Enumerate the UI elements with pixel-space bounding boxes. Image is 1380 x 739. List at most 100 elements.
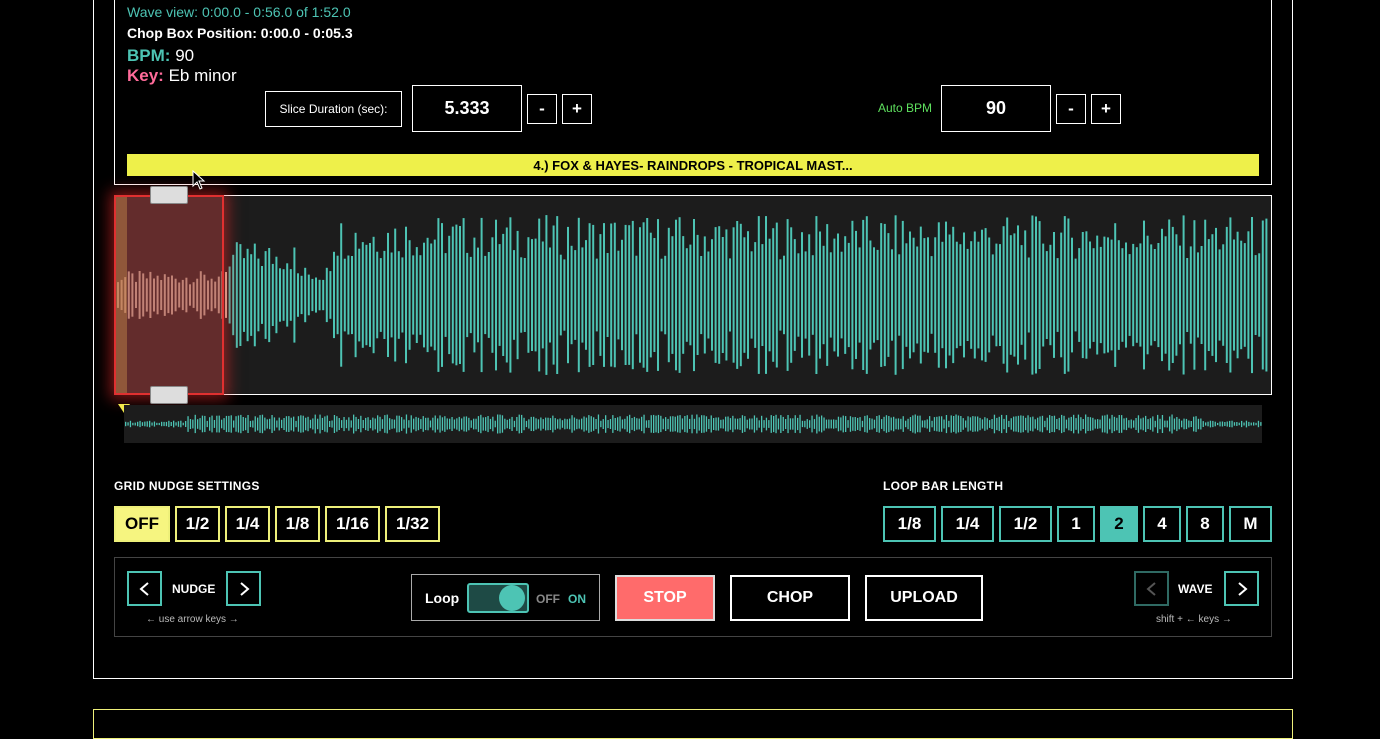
waveform-view[interactable] [114,195,1272,395]
waveform-bar [775,222,778,368]
overview-waveform-bar [741,415,744,433]
waveform-bar [1009,235,1012,355]
upload-button[interactable]: UPLOAD [865,575,983,621]
slice-increase-button[interactable]: + [562,94,592,124]
overview-waveform-bar [929,416,931,432]
loop-bar-8-button[interactable]: 8 [1186,506,1224,542]
waveform-bar [304,267,307,323]
loop-bar-half-button[interactable]: 1/2 [999,506,1052,542]
overview-waveform-bar [729,418,732,430]
waveform-bar [1236,231,1239,359]
overview-waveform-bar [869,418,871,430]
waveform-bar [844,236,847,354]
wave-right-button[interactable] [1224,571,1259,606]
overview-waveform-bar [393,419,396,429]
waveform-bar [1092,248,1095,342]
loop-toggle-knob[interactable] [499,585,525,611]
waveform-bar [682,236,685,354]
overview-waveform-bar [727,416,729,432]
overview-waveform-bar [144,421,146,427]
slice-duration-input[interactable]: 5.333 [412,85,522,132]
loop-bar-measure-button[interactable]: M [1229,506,1272,542]
overview-waveform-bar [1241,420,1243,428]
waveform-bar [930,256,933,334]
overview-waveform-bar [1032,416,1034,432]
overview-waveform-bar [1181,420,1183,428]
waveform-bar [423,242,425,348]
overview-waveform-bar [888,416,890,433]
overview-waveform-bar [955,414,957,434]
overview-waveform-bar [468,417,470,431]
waveform-bar [520,257,523,333]
chop-button[interactable]: CHOP [730,575,850,621]
loop-bar-quarter-button[interactable]: 1/4 [941,506,994,542]
waveform-bar [819,231,821,359]
waveform-bar [390,252,393,338]
overview-waveform-bar [624,418,626,430]
overview-waveform-bar [895,418,897,430]
overview-waveform-bar [917,415,919,433]
waveform-bar [1197,252,1199,338]
waveform-bar [880,223,883,367]
overview-waveform-bar [684,416,686,433]
overview-waveform-bar [204,415,206,433]
overview-waveform-bar [657,414,660,434]
chop-box-bottom-handle[interactable] [150,386,188,404]
nudge-left-button[interactable] [127,571,162,606]
loop-bar-1-button[interactable]: 1 [1057,506,1095,542]
waveform-bar [455,224,458,366]
overview-waveform-bar [768,420,770,428]
overview-waveform-bar [590,416,592,432]
auto-bpm-input[interactable]: 90 [941,85,1051,132]
loop-bar-eighth-button[interactable]: 1/8 [883,506,936,542]
overview-waveform-bar [991,419,993,429]
waveform-bar [779,259,782,331]
bpm-decrease-button[interactable]: - [1056,94,1086,124]
overview-waveform-bar [453,419,456,429]
loop-bar-2-button[interactable]: 2 [1100,506,1138,542]
waveform-bar [1179,245,1181,345]
grid-nudge-off-button[interactable]: OFF [114,506,170,542]
stop-button[interactable]: STOP [615,575,715,621]
waveform-bar [315,277,317,313]
waveform-bar [444,253,447,337]
waveform-bar [941,241,944,349]
overview-waveform-bar [285,416,288,432]
overview-waveform-bar [549,418,552,430]
grid-nudge-eighth-button[interactable]: 1/8 [275,506,320,542]
overview-waveform-bar [146,421,148,427]
overview-waveform-bar [1226,421,1228,427]
waveform-bar [981,229,983,361]
overview-waveform-bar [1089,417,1092,431]
overview-waveform-bar [1248,421,1250,427]
chop-box[interactable] [114,195,224,395]
wave-left-button[interactable] [1134,571,1169,606]
overview-waveform[interactable] [124,405,1262,443]
overview-waveform-bar [602,419,604,429]
grid-nudge-half-button[interactable]: 1/2 [175,506,220,542]
waveform-bar [1042,243,1045,347]
overview-waveform-bar [197,419,199,429]
overview-waveform-bar [449,418,451,430]
waveform-bar [502,233,505,356]
bpm-increase-button[interactable]: + [1091,94,1121,124]
overview-waveform-bar [679,415,681,433]
overview-waveform-bar [247,415,249,433]
overview-waveform-bar [957,415,960,433]
overview-waveform-bar [965,420,967,428]
grid-nudge-quarter-button[interactable]: 1/4 [225,506,270,542]
waveform-bar [419,255,422,335]
grid-nudge-sixteenth-button[interactable]: 1/16 [325,506,380,542]
waveform-bar [1056,258,1059,332]
overview-waveform-bar [600,420,602,428]
nudge-right-button[interactable] [226,571,261,606]
slice-decrease-button[interactable]: - [527,94,557,124]
waveform-bar [1222,244,1225,346]
overview-waveform-bar [170,422,172,426]
chop-box-top-handle[interactable] [150,186,188,204]
grid-nudge-thirtysecond-button[interactable]: 1/32 [385,506,440,542]
waveform-bar [1063,216,1066,374]
waveform-bar [1186,258,1189,332]
loop-bar-4-button[interactable]: 4 [1143,506,1181,542]
overview-waveform-bar [645,420,648,428]
